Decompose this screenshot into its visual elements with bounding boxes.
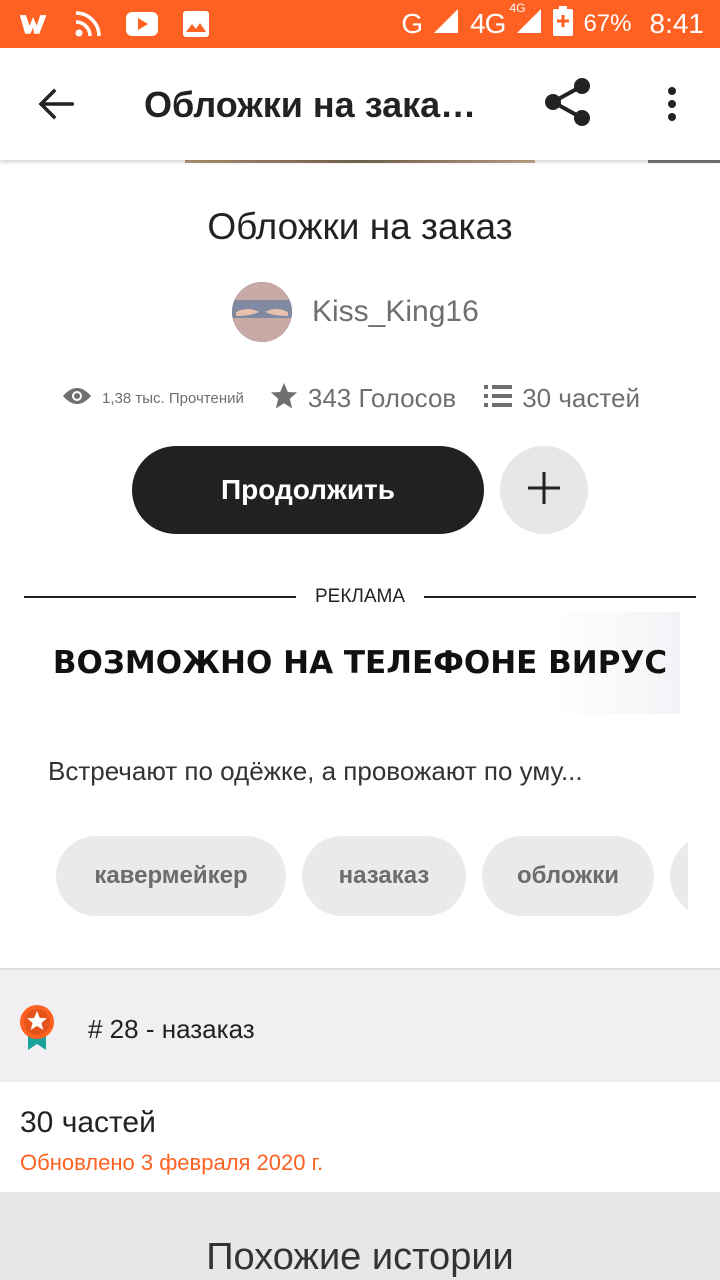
story-title: Обложки на заказ (207, 206, 513, 247)
updated-date: Обновлено 3 февраля 2020 г. (20, 1150, 324, 1175)
more-options-button[interactable] (648, 78, 696, 134)
reads-stat: 1,38 тыс. Прочтений (62, 386, 244, 411)
youtube-icon (126, 8, 158, 40)
reads-count: 1,38 тыс. Прочтений (102, 389, 244, 407)
tag-chip[interactable]: обложки (482, 836, 654, 916)
list-icon (484, 384, 513, 413)
network-g-label: G (401, 8, 423, 39)
tag-list: кавермейкер назаказ обложки (56, 836, 688, 918)
ad-banner[interactable]: ВОЗМОЖНО НА ТЕЛЕФОНЕ ВИРУС (40, 612, 680, 714)
parts-count: 30 частей (522, 382, 640, 413)
rss-icon (72, 8, 104, 40)
share-icon (543, 77, 593, 132)
parts-title: 30 частей (20, 1106, 156, 1139)
votes-stat: 343 Голосов (270, 382, 456, 415)
status-bar: G 4G 4G 67% 8:41 (0, 0, 720, 48)
signal-icon (432, 7, 460, 42)
ranking-text: # 28 - назаказ (88, 1014, 255, 1044)
ad-banner-text: ВОЗМОЖНО НА ТЕЛЕФОНЕ ВИРУС (52, 645, 668, 681)
clock: 8:41 (649, 8, 705, 39)
plus-icon (526, 470, 562, 511)
app-bar: Обложки на зака… (0, 48, 720, 160)
table-of-contents[interactable]: 30 частей Обновлено 3 февраля 2020 г. (0, 1082, 720, 1192)
ad-divider-left (24, 596, 296, 598)
story-description[interactable]: Встречают по одёжке, а провожают по уму.… (48, 756, 583, 787)
ad-label: РЕКЛАМА (314, 586, 406, 607)
tag-chip-partial[interactable] (670, 836, 688, 916)
network-4g-label: 4G (470, 8, 506, 39)
similar-stories-section: Похожие истории (0, 1192, 720, 1280)
tag-chip[interactable]: кавермейкер (56, 836, 286, 916)
author-link[interactable]: Kiss_King16 (232, 282, 479, 342)
arrow-left-icon (38, 86, 74, 127)
story-stats: 1,38 тыс. Прочтений 343 Голосов 30 часте… (62, 378, 640, 418)
add-to-library-button[interactable] (500, 446, 588, 534)
signal-icon: 4G (509, 1, 543, 42)
battery-percentage: 67% (583, 10, 632, 37)
tag-chip[interactable]: назаказ (302, 836, 466, 916)
similar-stories-title: Похожие истории (206, 1236, 514, 1278)
avatar[interactable] (232, 282, 292, 342)
more-vert-icon (667, 86, 677, 127)
eye-icon (62, 386, 92, 411)
ranking-row[interactable]: # 28 - назаказ (0, 968, 720, 1082)
back-button[interactable] (28, 78, 84, 134)
ad-divider-right (424, 596, 696, 598)
wattpad-icon (18, 8, 50, 40)
share-button[interactable] (538, 74, 598, 134)
author-name: Kiss_King16 (312, 295, 479, 328)
ranking-badge-icon (18, 1004, 58, 1052)
parts-stat: 30 частей (484, 383, 640, 414)
network-4g-small-label: 4G (509, 0, 526, 15)
battery-icon (553, 5, 574, 43)
app-bar-title: Обложки на зака… (144, 84, 477, 125)
star-icon (270, 382, 298, 415)
continue-reading-button[interactable]: Продолжить (132, 446, 484, 534)
votes-count: 343 Голосов (307, 382, 457, 413)
image-icon (180, 8, 212, 40)
